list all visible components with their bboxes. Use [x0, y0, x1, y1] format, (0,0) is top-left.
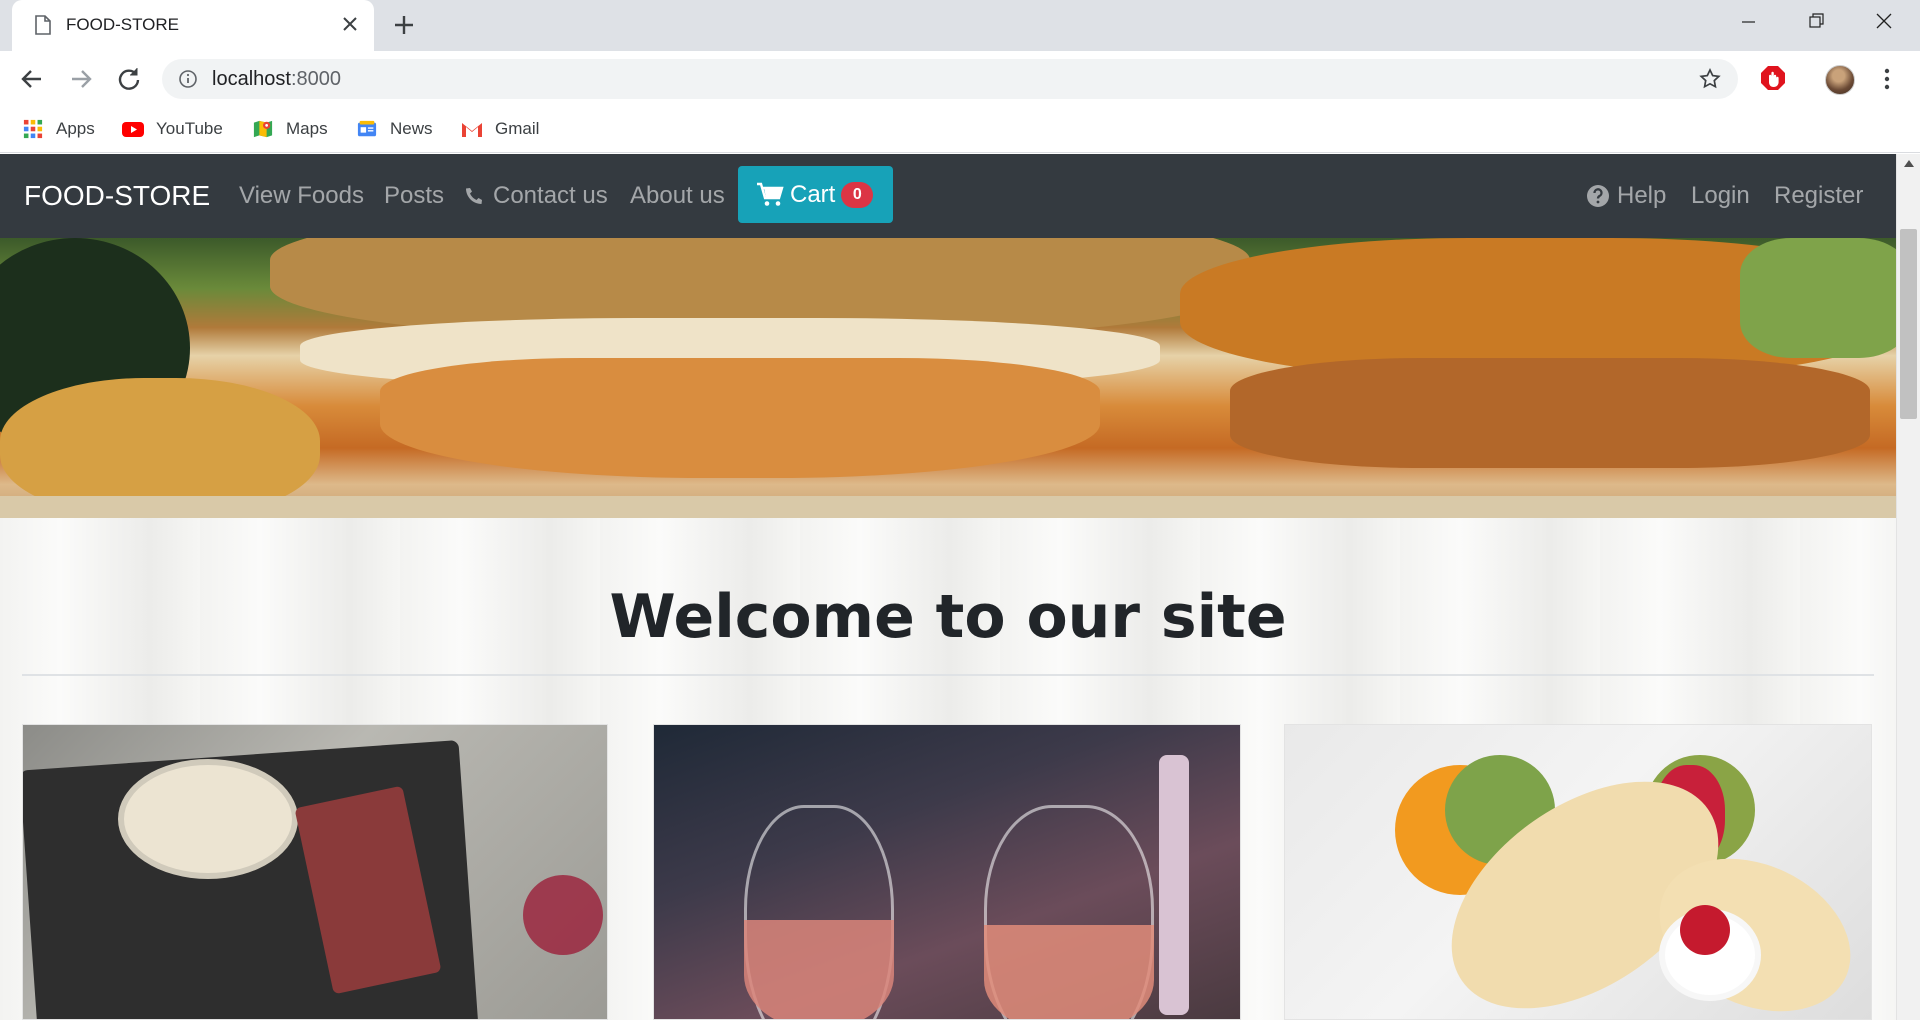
nav-help-label: Help: [1617, 182, 1667, 209]
bowl: [118, 759, 298, 879]
section-divider: [22, 674, 1874, 676]
url-port: :8000: [290, 68, 341, 90]
cherry: [1680, 905, 1730, 955]
minimize-icon[interactable]: [1730, 8, 1766, 36]
page-scrollbar[interactable]: [1896, 154, 1920, 1020]
apps-grid-icon: [23, 119, 43, 139]
bookmark-label: Maps: [286, 119, 328, 138]
cart-count-badge: 0: [841, 181, 874, 208]
phone-icon: [466, 188, 482, 204]
bookmark-news[interactable]: News: [356, 117, 433, 141]
nav-posts[interactable]: Posts: [384, 182, 444, 210]
nav-register[interactable]: Register: [1774, 182, 1863, 210]
food-card-image-wine[interactable]: [653, 724, 1241, 1020]
cart-label: Cart: [790, 180, 836, 208]
bookmark-maps[interactable]: Maps: [252, 117, 328, 141]
page-icon: [35, 15, 51, 35]
profile-avatar[interactable]: [1825, 65, 1855, 95]
browser-tab[interactable]: FOOD-STORE: [12, 0, 374, 51]
berries-jar: [523, 875, 603, 955]
url-host: localhost: [212, 68, 291, 90]
wine: [984, 925, 1154, 1019]
browser-tab-strip: FOOD-STORE: [0, 0, 1920, 51]
hero-shape: [0, 496, 1896, 518]
bookmark-youtube[interactable]: YouTube: [122, 117, 223, 141]
food-card-image-breakfast[interactable]: [22, 724, 608, 1020]
bookmark-label: News: [390, 119, 433, 138]
welcome-heading: Welcome to our site: [609, 582, 1287, 652]
nav-view-foods[interactable]: View Foods: [239, 182, 364, 210]
hero-shape: [1740, 238, 1896, 358]
address-bar[interactable]: localhost:8000: [162, 59, 1738, 99]
wine: [744, 920, 894, 1019]
tab-title: FOOD-STORE: [66, 15, 180, 34]
bookmark-apps[interactable]: Apps: [22, 117, 95, 141]
new-tab-icon[interactable]: [390, 11, 418, 39]
question-circle-icon: [1587, 185, 1609, 207]
cart-button[interactable]: Cart 0: [738, 166, 893, 223]
scroll-up-arrow-icon[interactable]: [1904, 160, 1914, 167]
youtube-icon: [122, 122, 144, 137]
reload-icon[interactable]: [113, 63, 145, 95]
bookmark-label: Apps: [56, 119, 95, 138]
site-info-icon[interactable]: [178, 69, 198, 89]
nav-contact-us[interactable]: Contact us: [462, 182, 608, 210]
hero-shape: [380, 358, 1100, 478]
hero-banner-image: [0, 238, 1896, 518]
candle: [1159, 755, 1189, 1015]
nav-contact-label: Contact us: [493, 182, 608, 209]
forward-arrow-icon[interactable]: [65, 63, 97, 95]
bookmark-label: YouTube: [156, 119, 223, 138]
close-tab-icon[interactable]: [338, 12, 362, 36]
gmail-icon: [462, 123, 482, 137]
maps-icon: [253, 120, 273, 138]
scrollbar-thumb[interactable]: [1900, 229, 1917, 419]
kebab-menu-icon[interactable]: [1875, 65, 1899, 93]
restore-icon[interactable]: [1798, 8, 1834, 36]
bookmarks-bar: Apps YouTube Maps News Gmail: [0, 107, 1920, 153]
bookmark-label: Gmail: [495, 119, 540, 138]
back-arrow-icon[interactable]: [16, 63, 48, 95]
bookmark-gmail[interactable]: Gmail: [461, 117, 539, 141]
adblock-extension-icon[interactable]: [1759, 64, 1787, 92]
close-window-icon[interactable]: [1866, 8, 1902, 36]
news-icon: [357, 120, 377, 137]
bookmark-star-icon[interactable]: [1698, 67, 1722, 91]
site-brand[interactable]: FOOD-STORE: [24, 180, 210, 212]
nav-about-us[interactable]: About us: [630, 182, 725, 210]
nav-login[interactable]: Login: [1691, 182, 1750, 210]
url-text: localhost:8000: [212, 68, 341, 91]
browser-toolbar: localhost:8000: [0, 51, 1920, 107]
nav-help[interactable]: Help: [1586, 182, 1666, 210]
hero-shape: [1230, 358, 1870, 468]
page-viewport: FOOD-STORE View Foods Posts Contact us A…: [0, 154, 1896, 1020]
food-card-image-dessert[interactable]: [1284, 724, 1872, 1020]
shopping-cart-icon: [757, 182, 784, 206]
site-navbar: FOOD-STORE View Foods Posts Contact us A…: [0, 154, 1896, 238]
